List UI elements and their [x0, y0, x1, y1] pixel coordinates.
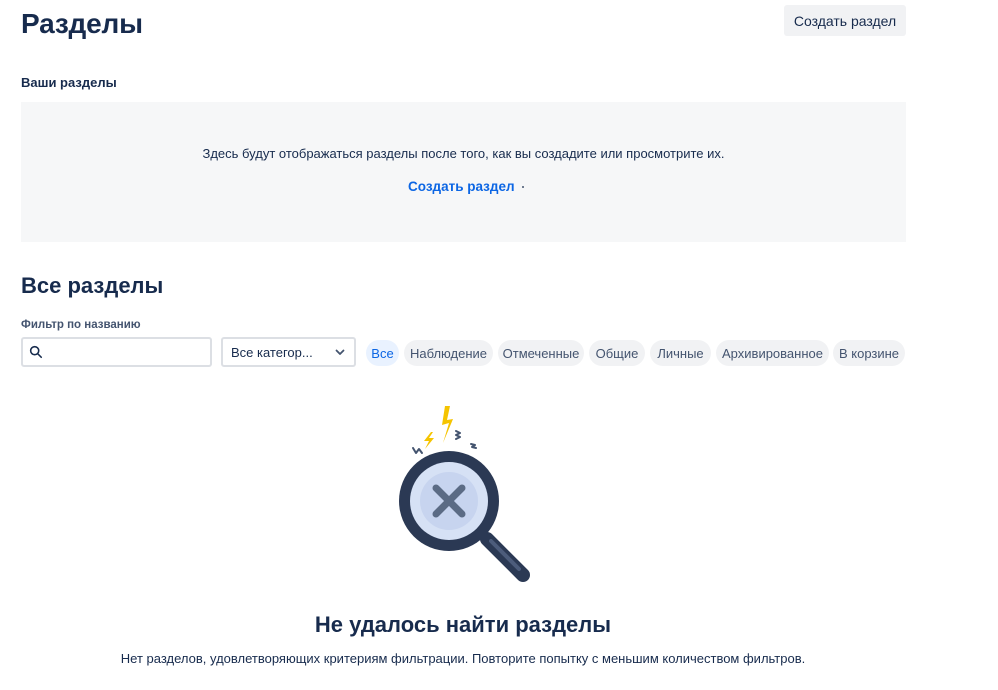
category-select-value: Все категор... — [231, 344, 313, 360]
create-space-button[interactable]: Создать раздел — [784, 5, 906, 36]
search-icon — [29, 345, 43, 359]
chip-trash[interactable]: В корзине — [833, 340, 905, 366]
empty-state-message: Здесь будут отображаться разделы после т… — [202, 146, 725, 161]
lightning-bolt-small-icon — [424, 432, 434, 449]
all-spaces-title: Все разделы — [21, 273, 164, 298]
chip-watching[interactable]: Наблюдение — [404, 340, 493, 366]
your-spaces-empty-state: Здесь будут отображаться разделы после т… — [21, 102, 906, 242]
no-results-title: Не удалось найти разделы — [314, 612, 612, 637]
chip-personal[interactable]: Личные — [650, 340, 711, 366]
filter-label: Фильтр по названию — [21, 319, 141, 331]
search-input[interactable] — [47, 343, 201, 361]
squiggle-icon — [412, 447, 423, 454]
search-field[interactable] — [21, 337, 212, 367]
category-select[interactable]: Все категор... — [221, 337, 356, 367]
chip-starred[interactable]: Отмеченные — [498, 340, 584, 366]
page-title: Разделы — [21, 8, 143, 39]
chip-all[interactable]: Все — [366, 340, 399, 366]
squiggle-icon — [470, 443, 477, 449]
lightning-bolt-icon — [442, 406, 453, 443]
separator-dot — [522, 186, 524, 188]
chip-archived[interactable]: Архивированное — [716, 340, 829, 366]
no-results-magnifier-illustration — [399, 406, 530, 582]
spaces-page: Разделы Создать раздел Ваши разделы Здес… — [0, 0, 998, 690]
chip-shared[interactable]: Общие — [589, 340, 645, 366]
squiggle-icon — [455, 430, 461, 440]
create-space-link[interactable]: Создать раздел — [408, 179, 515, 194]
no-results-description: Нет разделов, удовлетворяющих критериям … — [120, 651, 806, 666]
chevron-down-icon — [335, 349, 345, 355]
your-spaces-label: Ваши разделы — [21, 75, 117, 90]
